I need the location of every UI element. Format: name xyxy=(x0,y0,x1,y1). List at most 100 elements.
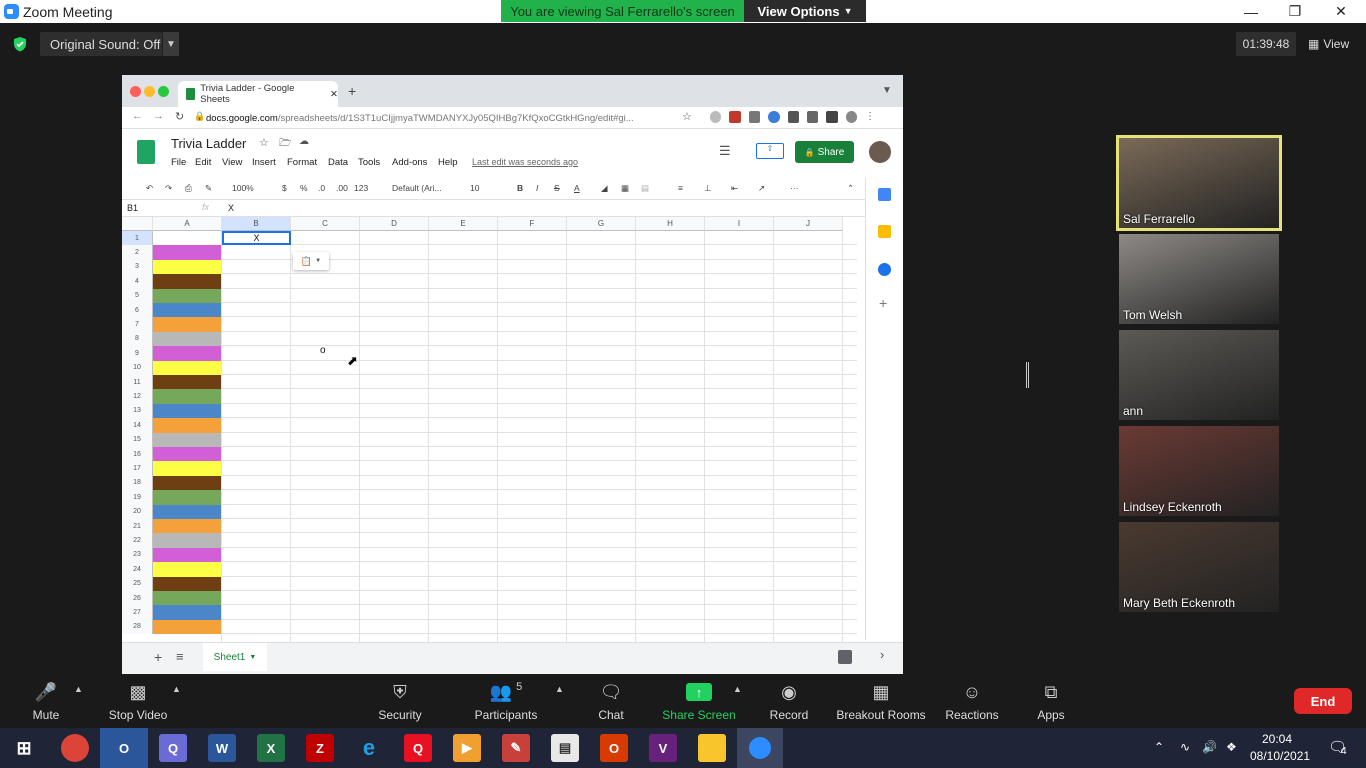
cell-a25[interactable] xyxy=(153,576,222,591)
mac-minimize-icon[interactable] xyxy=(144,86,155,97)
cell-a16[interactable] xyxy=(153,447,222,462)
filezilla-icon[interactable]: Z xyxy=(306,734,334,762)
all-sheets-icon[interactable]: ≡ xyxy=(176,649,184,664)
cell-a8[interactable] xyxy=(153,331,222,347)
paste-options-button[interactable]: 📋 ▼ xyxy=(293,252,329,270)
share-options-icon[interactable]: ▲ xyxy=(733,684,742,694)
row-header[interactable]: 11 xyxy=(122,375,153,390)
url-field[interactable]: docs.google.com/spreadsheets/d/1S3T1uCIj… xyxy=(206,110,676,127)
add-sheet-icon[interactable]: + xyxy=(154,649,162,665)
maximize-button[interactable]: ❐ xyxy=(1272,0,1318,23)
menu-edit[interactable]: Edit xyxy=(195,157,211,168)
back-icon[interactable]: ← xyxy=(132,110,143,122)
increase-decimal-button[interactable]: .00 xyxy=(336,183,348,193)
last-edit-link[interactable]: Last edit was seconds ago xyxy=(472,157,578,167)
profile-avatar[interactable] xyxy=(845,111,857,123)
original-sound-button[interactable]: Original Sound: Off xyxy=(40,32,162,56)
row-header[interactable]: 20 xyxy=(122,504,153,519)
apps-button[interactable]: ⧉ Apps xyxy=(1034,680,1068,723)
currency-format-button[interactable]: $ xyxy=(282,183,287,193)
vertical-align-icon[interactable]: ⊥ xyxy=(704,183,711,194)
row-header[interactable]: 24 xyxy=(122,562,153,577)
cell-a1[interactable] xyxy=(153,231,222,246)
mute-button[interactable]: 🎤 Mute xyxy=(26,680,66,723)
browser-tab[interactable]: Trivia Ladder - Google Sheets ✕ xyxy=(178,81,338,107)
add-ons-plus-icon[interactable]: + xyxy=(879,295,887,311)
present-icon[interactable]: ⇧ xyxy=(756,143,784,159)
windows-start-icon[interactable]: ⊞ xyxy=(10,734,38,762)
row-header[interactable]: 9 xyxy=(122,346,153,361)
menu-help[interactable]: Help xyxy=(438,157,458,168)
participant-video-tile[interactable]: Sal Ferrarello xyxy=(1116,135,1282,231)
encryption-shield-icon[interactable] xyxy=(12,36,28,52)
participants-button[interactable]: 👥 5 Participants xyxy=(470,680,542,722)
merge-cells-icon[interactable]: ▤ xyxy=(641,183,649,194)
word-icon[interactable]: W xyxy=(208,734,236,762)
lock-icon[interactable]: 🔒 xyxy=(194,111,205,122)
close-button[interactable]: ✕ xyxy=(1318,0,1364,23)
sheets-logo-icon[interactable] xyxy=(137,140,155,164)
menu-addons[interactable]: Add-ons xyxy=(392,157,427,168)
cell-a10[interactable] xyxy=(153,360,222,375)
end-meeting-button[interactable]: End xyxy=(1294,688,1352,714)
row-header[interactable]: 26 xyxy=(122,591,153,606)
sheet-tab[interactable]: Sheet1 ▼ xyxy=(203,643,267,671)
undo-icon[interactable]: ↶ xyxy=(146,183,153,194)
cell-a11[interactable] xyxy=(153,375,222,390)
notepad-icon[interactable]: ▤ xyxy=(551,734,579,762)
tab-close-icon[interactable]: ✕ xyxy=(330,89,338,100)
app-icon[interactable]: ✎ xyxy=(502,734,530,762)
row-header[interactable]: 2 xyxy=(122,245,153,260)
row-header[interactable]: 15 xyxy=(122,432,153,447)
original-sound-dropdown-icon[interactable]: ▼ xyxy=(162,32,179,56)
volume-icon[interactable]: 🔊 xyxy=(1202,740,1217,754)
view-button[interactable]: ▦ View xyxy=(1308,32,1358,56)
cell-c9[interactable]: o xyxy=(320,345,326,356)
row-header[interactable]: 25 xyxy=(122,576,153,591)
column-header-j[interactable]: J xyxy=(774,217,843,231)
panel-resize-handle[interactable] xyxy=(1026,362,1029,388)
comments-icon[interactable]: ☰ xyxy=(719,143,731,159)
kebab-menu-icon[interactable]: ⋮ xyxy=(865,111,875,125)
row-header[interactable]: 7 xyxy=(122,317,153,332)
paint-format-icon[interactable]: ✎ xyxy=(205,183,212,194)
mac-close-icon[interactable] xyxy=(130,86,141,97)
participants-options-icon[interactable]: ▲ xyxy=(555,684,564,694)
forward-icon[interactable]: → xyxy=(153,110,164,122)
document-title[interactable]: Trivia Ladder xyxy=(171,136,246,151)
cell-a17[interactable] xyxy=(153,461,222,476)
row-header[interactable]: 3 xyxy=(122,259,153,275)
cell-a12[interactable] xyxy=(153,389,222,404)
extension-icon[interactable] xyxy=(806,111,819,123)
row-header[interactable]: 16 xyxy=(122,447,153,462)
cell-a4[interactable] xyxy=(153,274,222,289)
name-box[interactable]: B1 xyxy=(127,203,138,213)
cell-a7[interactable] xyxy=(153,317,222,332)
cell-a9[interactable] xyxy=(153,346,222,361)
stop-video-button[interactable]: ▩ Stop Video xyxy=(104,680,172,723)
puzzle-icon[interactable] xyxy=(826,111,838,123)
zoom-taskbar-icon[interactable] xyxy=(737,728,783,768)
cell-a28[interactable] xyxy=(153,619,222,635)
app-q-icon[interactable]: Q xyxy=(404,734,432,762)
collapse-toolbar-icon[interactable]: ⌃ xyxy=(847,183,854,194)
strikethrough-icon[interactable]: S xyxy=(554,183,560,193)
row-header[interactable]: 12 xyxy=(122,389,153,404)
video-options-icon[interactable]: ▲ xyxy=(172,684,181,694)
participant-video-tile[interactable]: Lindsey Eckenroth xyxy=(1119,426,1279,516)
cell-a26[interactable] xyxy=(153,591,222,606)
column-header-d[interactable]: D xyxy=(360,217,429,231)
row-header[interactable]: 17 xyxy=(122,461,153,476)
row-header[interactable]: 10 xyxy=(122,360,153,375)
row-header[interactable]: 8 xyxy=(122,331,153,347)
audio-options-icon[interactable]: ▲ xyxy=(74,684,83,694)
row-header[interactable]: 13 xyxy=(122,403,153,419)
participant-video-tile[interactable]: Tom Welsh xyxy=(1119,234,1279,324)
file-explorer-icon[interactable] xyxy=(698,734,726,762)
media-player-icon[interactable]: ▶ xyxy=(453,734,481,762)
cell-a5[interactable] xyxy=(153,288,222,303)
column-header-b[interactable]: B xyxy=(222,217,291,231)
cell-a22[interactable] xyxy=(153,533,222,548)
view-options-button[interactable]: View Options ▼ xyxy=(744,0,866,22)
cell-a18[interactable] xyxy=(153,475,222,491)
